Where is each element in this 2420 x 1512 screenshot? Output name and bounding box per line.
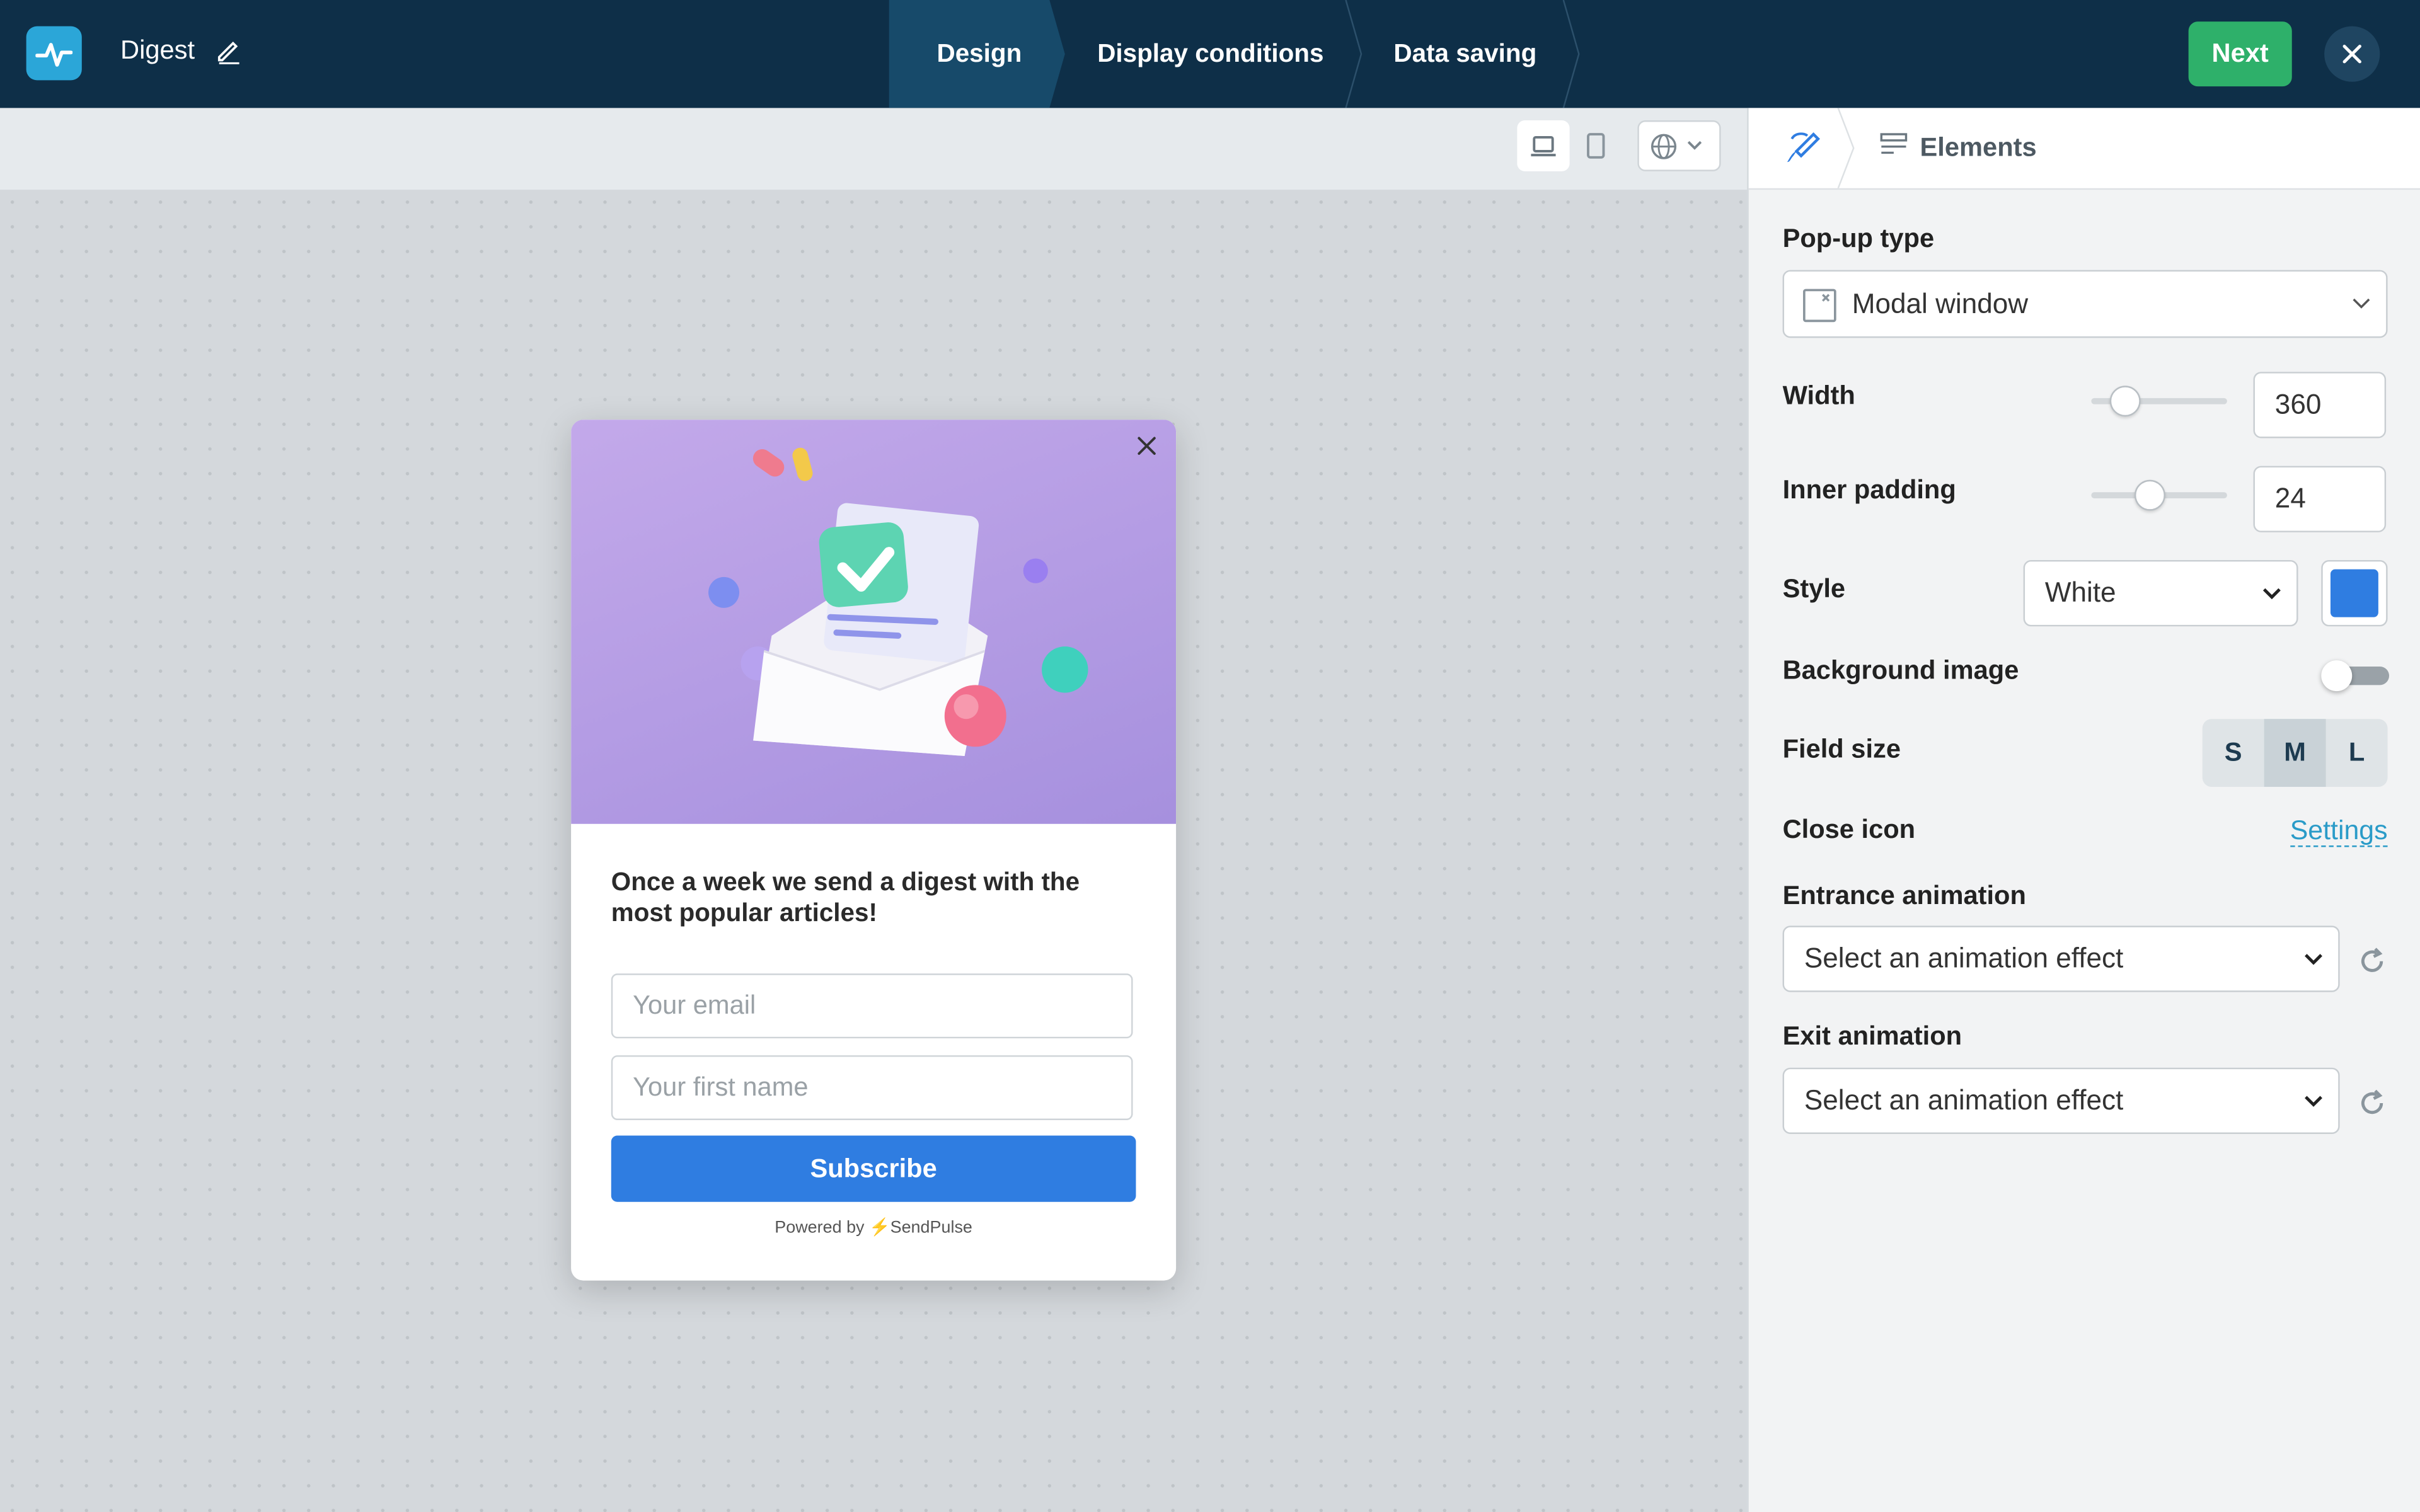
- phone-icon: [1587, 133, 1605, 159]
- chevron-down-icon: [2353, 298, 2370, 309]
- popup-type-value: Modal window: [1852, 287, 2029, 319]
- form-title: Digest: [120, 35, 195, 65]
- step-design[interactable]: Design: [937, 0, 1022, 108]
- subscribe-button[interactable]: Subscribe: [611, 1135, 1136, 1202]
- chevron-down-icon: [2305, 953, 2322, 965]
- entrance-animation-label: Entrance animation: [1782, 881, 2026, 910]
- inner-padding-slider-handle[interactable]: [2134, 479, 2165, 511]
- background-image-toggle[interactable]: [2321, 660, 2390, 692]
- lightning-icon: ⚡: [869, 1218, 890, 1238]
- top-bar: Digest Design Display conditions Data sa…: [0, 0, 2420, 108]
- close-icon-label: Close icon: [1782, 815, 1916, 844]
- width-label: Width: [1782, 381, 1855, 411]
- design-tab-paint-icon[interactable]: [1785, 130, 1823, 171]
- powered-brand: SendPulse: [890, 1218, 972, 1238]
- field-size-m[interactable]: M: [2264, 719, 2326, 787]
- field-size-s[interactable]: S: [2203, 719, 2264, 787]
- next-button[interactable]: Next: [2188, 21, 2292, 87]
- inner-padding-label: Inner padding: [1782, 475, 1956, 505]
- step-data-saving[interactable]: Data saving: [1393, 0, 1536, 108]
- popup-preview[interactable]: Once a week we send a digest with the mo…: [571, 420, 1177, 1281]
- field-size-label: Field size: [1782, 734, 1901, 764]
- width-input[interactable]: 360: [2253, 372, 2387, 438]
- style-color-picker[interactable]: [2321, 559, 2388, 627]
- tab-elements[interactable]: Elements: [1920, 133, 2037, 164]
- globe-icon: [1651, 133, 1702, 159]
- style-label: Style: [1782, 574, 1846, 604]
- panel-tabs: Elements: [1748, 108, 2420, 190]
- popup-hero-image: [571, 420, 1177, 824]
- exit-animation-value: Select an animation effect: [1804, 1084, 2124, 1116]
- close-icon-settings-link[interactable]: Settings: [2290, 815, 2388, 847]
- width-slider-handle[interactable]: [2109, 386, 2141, 417]
- step-display-conditions[interactable]: Display conditions: [1097, 0, 1323, 108]
- powered-prefix: Powered by: [775, 1218, 865, 1238]
- elements-icon: [1880, 131, 1908, 166]
- canvas-toolbar: [0, 108, 1748, 192]
- inner-padding-slider[interactable]: [2091, 479, 2227, 511]
- exit-animation-select[interactable]: Select an animation effect: [1782, 1067, 2340, 1135]
- settings-panel: Elements Pop-up type Modal window Width …: [1747, 108, 2420, 1512]
- close-editor-button[interactable]: [2324, 26, 2380, 82]
- popup-type-label: Pop-up type: [1782, 224, 1935, 253]
- entrance-preview-refresh-icon[interactable]: [2357, 946, 2388, 984]
- language-select[interactable]: [1637, 120, 1721, 171]
- popup-headline: Once a week we send a digest with the mo…: [611, 868, 1080, 927]
- field-size-selector: S M L: [2202, 719, 2388, 787]
- desktop-view-button[interactable]: [1517, 120, 1570, 171]
- mobile-view-button[interactable]: [1570, 120, 1622, 171]
- powered-by[interactable]: Powered by ⚡SendPulse: [571, 1217, 1176, 1237]
- first-name-field[interactable]: Your first name: [611, 1055, 1133, 1120]
- exit-preview-refresh-icon[interactable]: [2357, 1088, 2388, 1126]
- background-image-label: Background image: [1782, 655, 2019, 685]
- laptop-icon: [1531, 135, 1556, 156]
- field-size-l[interactable]: L: [2326, 719, 2388, 787]
- entrance-animation-value: Select an animation effect: [1804, 942, 2124, 974]
- email-field[interactable]: Your email: [611, 973, 1133, 1039]
- popup-type-select[interactable]: Modal window: [1782, 270, 2388, 338]
- style-value: White: [2044, 576, 2116, 608]
- style-select[interactable]: White: [2023, 559, 2298, 627]
- exit-animation-label: Exit animation: [1782, 1021, 1962, 1051]
- close-icon: [2342, 45, 2361, 64]
- chevron-down-icon: [2262, 587, 2281, 598]
- width-slider[interactable]: [2091, 386, 2227, 417]
- color-swatch: [2330, 569, 2378, 617]
- entrance-animation-select[interactable]: Select an animation effect: [1782, 925, 2340, 992]
- modal-window-icon: [1803, 289, 1836, 323]
- edit-title-icon[interactable]: [214, 37, 242, 72]
- inner-padding-input[interactable]: 24: [2253, 466, 2387, 532]
- popup-close-icon[interactable]: [1136, 435, 1157, 465]
- envelope-illustration: [708, 447, 1088, 757]
- chevron-down-icon: [2305, 1095, 2322, 1106]
- toggle-knob: [2321, 660, 2353, 692]
- app-logo-icon[interactable]: [26, 26, 82, 81]
